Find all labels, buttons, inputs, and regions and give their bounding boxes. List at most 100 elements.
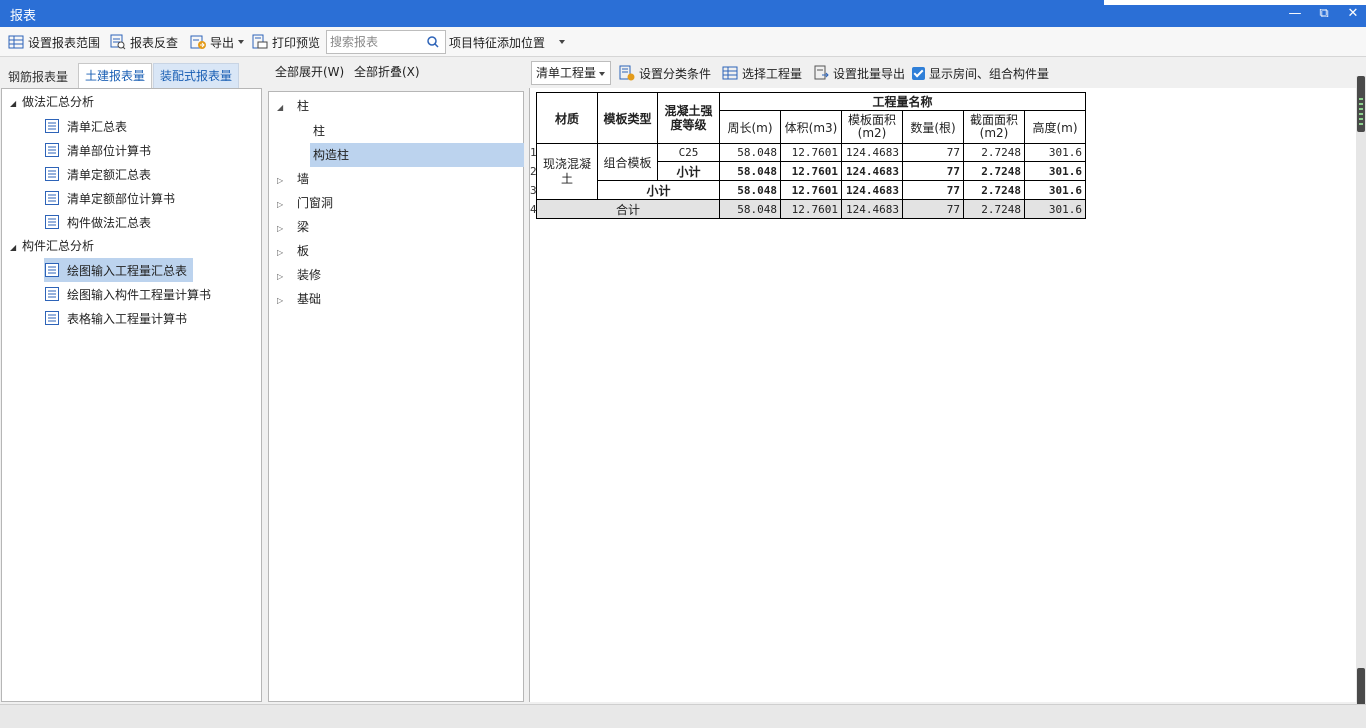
- cell-section-area: 2.7248: [963, 180, 1025, 200]
- tree-leaf-list-summary[interactable]: 清单汇总表: [44, 115, 133, 137]
- category-icon: [619, 65, 635, 81]
- tree-node-label: 墙: [297, 172, 310, 186]
- cell-formwork-area: 124.4683: [841, 161, 903, 181]
- tree-node-beam[interactable]: ▷ 梁: [277, 215, 309, 239]
- cell-grade: C25: [657, 143, 720, 162]
- tree-node-constructional-column[interactable]: 构造柱: [310, 143, 524, 167]
- expand-all-button[interactable]: 全部展开(W): [275, 60, 344, 85]
- tree-leaf-label: 清单定额汇总表: [67, 167, 152, 182]
- tree-leaf-label: 清单汇总表: [67, 119, 128, 134]
- collapsed-triangle-icon: ▷: [277, 176, 284, 185]
- cell-section-area: 2.7248: [963, 161, 1025, 181]
- search-icon[interactable]: [427, 36, 439, 48]
- report-doc-icon: [44, 310, 60, 326]
- header-quantity-name: 工程量名称: [719, 92, 1086, 111]
- vertical-scrollbar[interactable]: [1356, 76, 1366, 728]
- cell-volume: 12.7601: [780, 180, 842, 200]
- table-row[interactable]: 合计 58.048 12.7601 124.4683 77 2.7248 301…: [536, 199, 1086, 219]
- minimize-button[interactable]: —: [1280, 0, 1310, 27]
- table-range-icon: [8, 34, 24, 50]
- cell-perimeter: 58.048: [719, 180, 781, 200]
- reverse-check-label: 报表反查: [130, 35, 179, 50]
- cell-formwork-area: 124.4683: [841, 199, 903, 219]
- tab-prefab-report[interactable]: 装配式报表量: [153, 63, 240, 88]
- cell-volume: 12.7601: [780, 161, 842, 181]
- scrollbar-thumb-top[interactable]: [1357, 76, 1365, 132]
- cell-formwork-type: 组合模板: [597, 143, 658, 181]
- cell-section-area: 2.7248: [963, 143, 1025, 162]
- collapse-all-button[interactable]: 全部折叠(X): [354, 60, 420, 85]
- collapsed-triangle-icon: ▷: [277, 248, 284, 257]
- tree-group-component-summary[interactable]: ◢ 构件汇总分析: [10, 235, 94, 257]
- select-quantity-button[interactable]: 选择工程量: [722, 64, 802, 82]
- print-preview-icon: [252, 34, 268, 50]
- item-feature-pos-label: 项目特征添加位置: [449, 35, 546, 50]
- tree-leaf-label: 表格输入工程量计算书: [67, 311, 188, 326]
- tree-leaf-component-method-summary[interactable]: 构件做法汇总表: [44, 211, 157, 233]
- export-button[interactable]: 导出: [190, 33, 245, 51]
- batch-export-icon: [813, 65, 829, 81]
- collapsed-triangle-icon: ▷: [277, 272, 284, 281]
- tree-node-decoration[interactable]: ▷ 装修: [277, 263, 321, 287]
- batch-export-button[interactable]: 设置批量导出: [813, 64, 905, 82]
- tree-node-label: 板: [297, 244, 310, 258]
- reverse-check-button[interactable]: 报表反查: [110, 33, 178, 51]
- show-room-checkbox[interactable]: 显示房间、组合构件量: [912, 64, 1049, 82]
- tree-node-label: 柱: [297, 99, 310, 113]
- tab-civil-report[interactable]: 土建报表量: [78, 63, 153, 88]
- set-category-label: 设置分类条件: [639, 66, 712, 81]
- header-height: 高度(m): [1024, 110, 1086, 144]
- batch-export-label: 设置批量导出: [833, 66, 906, 81]
- tree-leaf-list-quota-summary[interactable]: 清单定额汇总表: [44, 163, 157, 185]
- set-range-button[interactable]: 设置报表范围: [8, 33, 100, 51]
- tree-leaf-label: 绘图输入工程量汇总表: [67, 263, 188, 278]
- print-preview-button[interactable]: 打印预览: [252, 33, 320, 51]
- set-category-button[interactable]: 设置分类条件: [619, 64, 711, 82]
- set-range-label: 设置报表范围: [28, 35, 101, 50]
- restore-button[interactable]: ⧉: [1309, 0, 1339, 27]
- tree-leaf-list-quota-part-calc[interactable]: 清单定额部位计算书: [44, 187, 181, 209]
- header-count: 数量(根): [902, 110, 964, 144]
- select-quantity-icon: [722, 65, 738, 81]
- tree-node-column-child[interactable]: 柱: [310, 119, 325, 143]
- tree-leaf-table-input-calc[interactable]: 表格输入工程量计算书: [44, 307, 193, 329]
- tree-group-method-summary[interactable]: ◢ 做法汇总分析: [10, 91, 94, 113]
- report-doc-icon: [44, 262, 60, 278]
- tree-group-label: 构件汇总分析: [22, 239, 95, 253]
- tree-leaf-drawing-input-component-calc[interactable]: 绘图输入构件工程量计算书: [44, 283, 217, 305]
- cell-count: 77: [902, 199, 964, 219]
- tree-leaf-label: 清单部位计算书: [67, 143, 152, 158]
- tree-leaf-list-part-calc[interactable]: 清单部位计算书: [44, 139, 157, 161]
- close-button[interactable]: ✕: [1338, 0, 1366, 27]
- tab-rebar-report[interactable]: 钢筋报表量: [2, 66, 74, 88]
- item-feature-pos-dropdown[interactable]: 项目特征添加位置: [449, 33, 566, 51]
- tree-node-door-window[interactable]: ▷ 门窗洞: [277, 191, 333, 215]
- tree-node-foundation[interactable]: ▷ 基础: [277, 287, 321, 311]
- report-doc-icon: [44, 286, 60, 302]
- tree-leaf-label: 清单定额部位计算书: [67, 191, 176, 206]
- quantity-summary-table: 材质 模板类型 混凝土强度等级 工程量名称 周长(m) 体积(m3) 模板面积(…: [536, 92, 1086, 219]
- cell-count: 77: [902, 143, 964, 162]
- report-doc-icon: [44, 214, 60, 230]
- tree-node-wall[interactable]: ▷ 墙: [277, 167, 309, 191]
- cell-height: 301.6: [1024, 161, 1086, 181]
- quantity-type-select[interactable]: 清单工程量: [531, 61, 611, 85]
- tree-node-column[interactable]: ◢ 柱: [277, 94, 309, 118]
- tree-leaf-drawing-input-summary[interactable]: 绘图输入工程量汇总表: [44, 258, 194, 282]
- tree-node-slab[interactable]: ▷ 板: [277, 239, 309, 263]
- table-row[interactable]: 现浇混凝土 组合模板 C25 58.048 12.7601 124.4683 7…: [536, 143, 1086, 200]
- cell-total-label: 合计: [536, 199, 720, 219]
- cell-height: 301.6: [1024, 180, 1086, 200]
- main-toolbar: 设置报表范围 报表反查 导出 打印预览 项目特征添加位置: [0, 27, 1366, 57]
- table-row[interactable]: 小计 58.048 12.7601 124.4683 77 2.7248 301…: [537, 180, 1086, 200]
- cell-height: 301.6: [1024, 199, 1086, 219]
- cell-volume: 12.7601: [780, 143, 842, 162]
- chevron-down-icon: [599, 72, 605, 76]
- tree-node-label: 门窗洞: [297, 196, 334, 210]
- report-search-input[interactable]: [330, 34, 424, 50]
- collapsed-triangle-icon: ▷: [277, 224, 284, 233]
- header-material: 材质: [536, 92, 598, 144]
- print-preview-label: 打印预览: [272, 35, 321, 50]
- report-doc-icon: [44, 166, 60, 182]
- report-doc-icon: [44, 190, 60, 206]
